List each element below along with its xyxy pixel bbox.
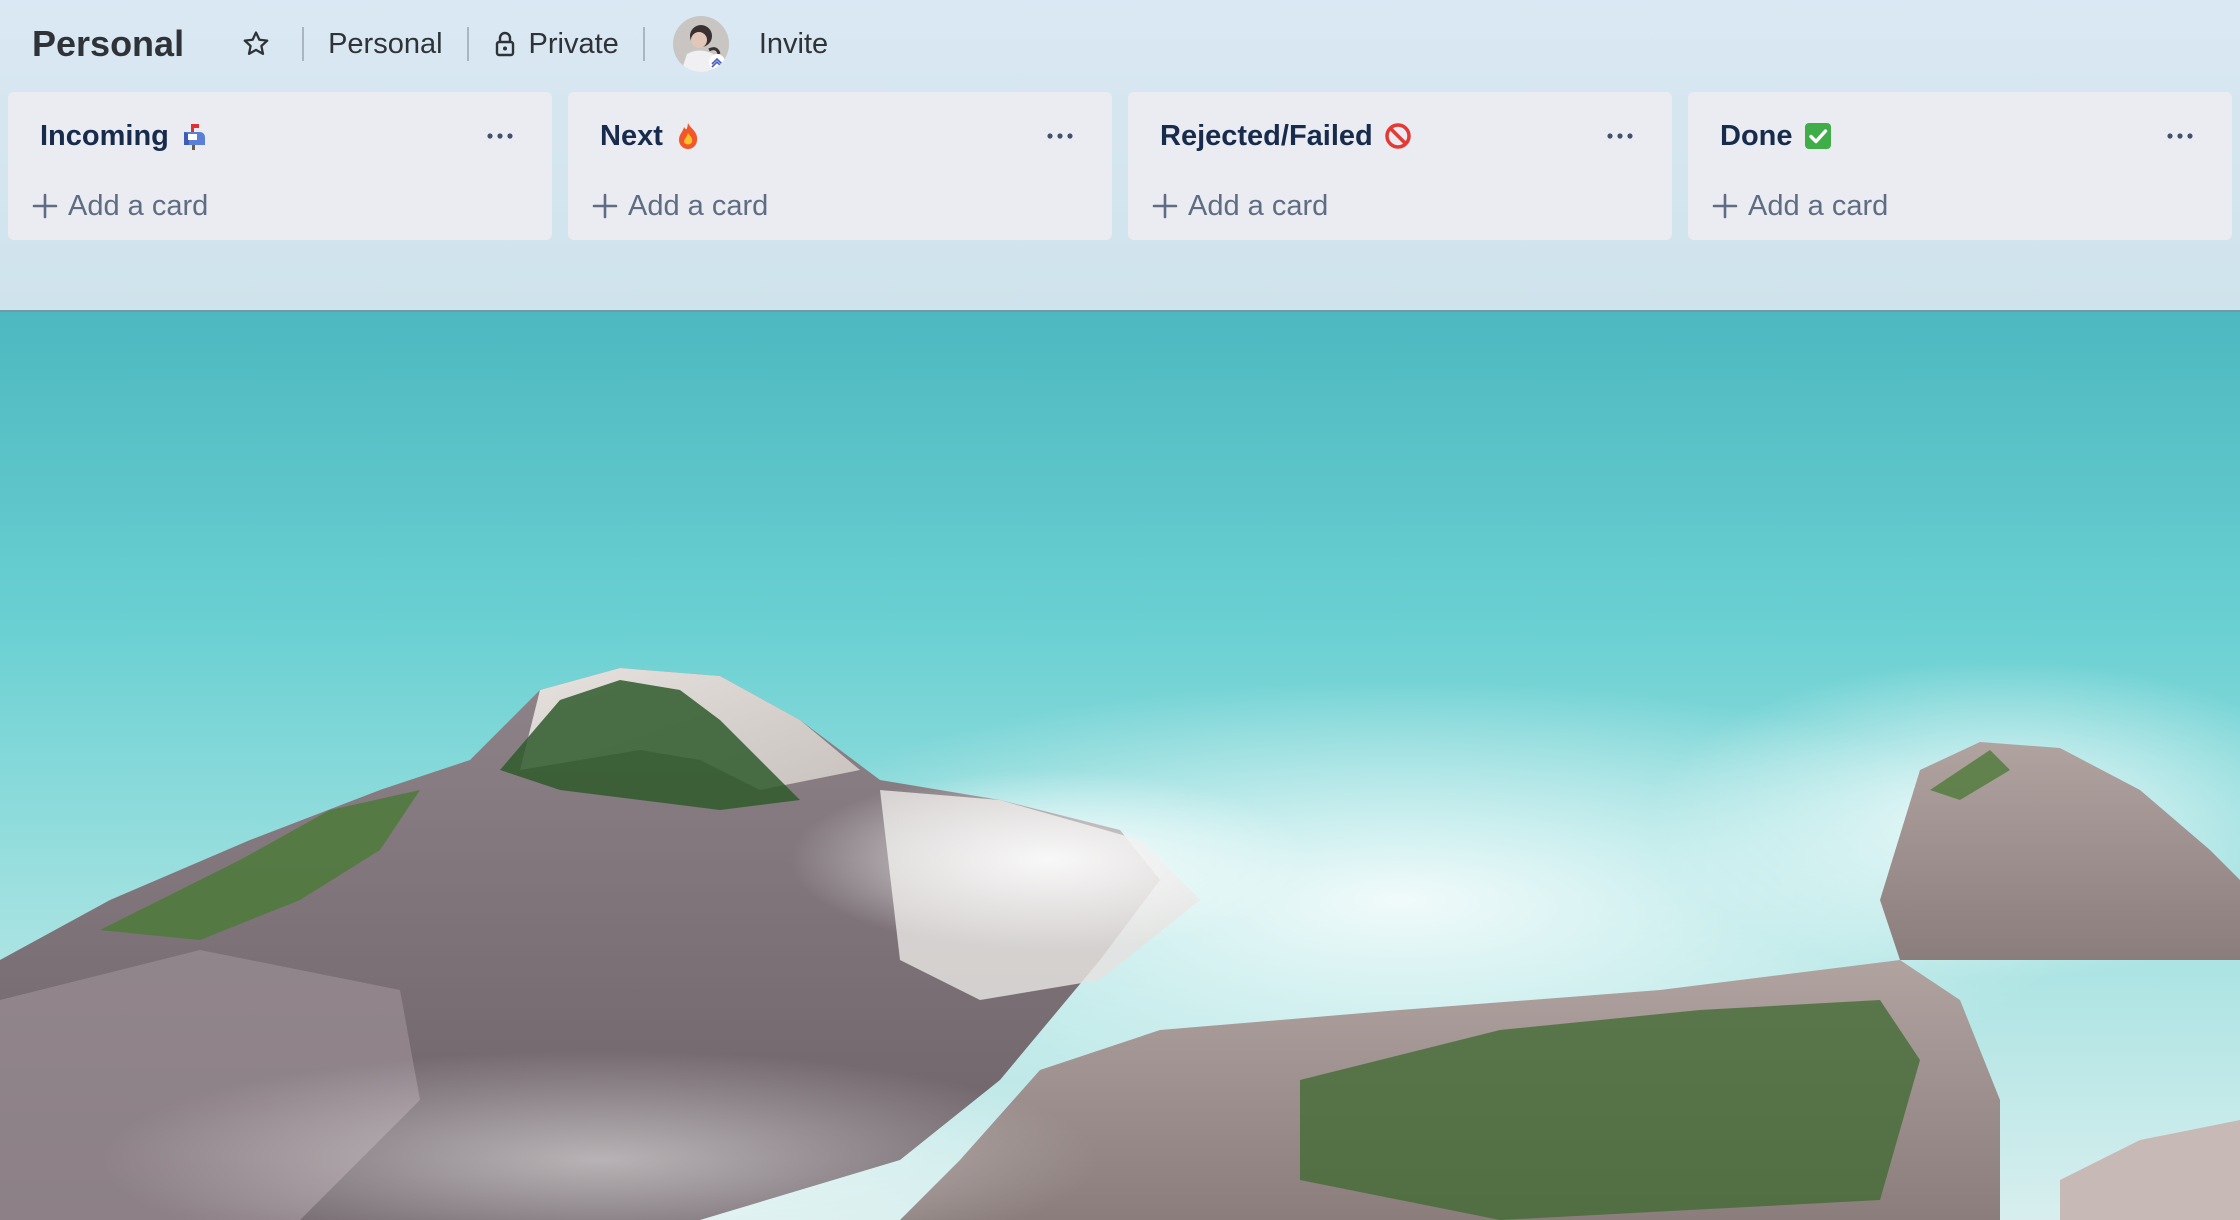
list-header: Done [1720,114,2212,158]
list-title[interactable]: Done [1720,120,1793,153]
plus-icon [1152,193,1178,219]
add-card-label: Add a card [628,189,769,222]
list-title[interactable]: Incoming [40,120,169,153]
mailbox-icon [179,121,209,151]
ellipsis-icon [1047,133,1073,139]
add-card-label: Add a card [1188,189,1329,222]
list-incoming[interactable]: Incoming Add a card [8,92,552,240]
list-menu-button[interactable] [476,114,524,158]
avatar[interactable] [672,16,729,72]
add-card-button[interactable]: Add a card [590,184,768,228]
plus-icon [592,193,618,219]
list-done[interactable]: Done Add a card [1688,92,2232,240]
invite-button[interactable]: Invite [759,28,828,61]
visibility-label: Private [528,27,619,60]
header-divider [302,27,305,61]
list-rejected-failed[interactable]: Rejected/Failed Add a card [1128,92,1672,240]
header-divider [642,27,645,61]
list-menu-button[interactable] [1596,114,1644,158]
add-card-label: Add a card [1748,189,1889,222]
star-icon [243,31,269,55]
avatar-image [672,16,729,72]
lock-icon [495,31,514,57]
list-title[interactable]: Next [600,120,663,153]
add-card-button[interactable]: Add a card [1150,184,1328,228]
list-header: Next [600,114,1092,158]
workspace-button[interactable]: Personal [328,28,442,61]
fire-icon [673,121,703,151]
ellipsis-icon [487,133,513,139]
list-title[interactable]: Rejected/Failed [1160,120,1373,153]
board-title[interactable]: Personal [32,23,184,65]
plus-icon [1712,193,1738,219]
plus-icon [32,193,58,219]
list-menu-button[interactable] [2156,114,2204,158]
check-mark-icon [1803,121,1833,151]
visibility-button[interactable]: Private [493,28,619,61]
list-header: Incoming [40,114,532,158]
no-entry-icon [1383,121,1413,151]
add-card-button[interactable]: Add a card [30,184,208,228]
header-divider [466,27,469,61]
star-board-button[interactable] [234,22,278,66]
add-card-label: Add a card [68,189,209,222]
list-next[interactable]: Next Add a card [568,92,1112,240]
list-header: Rejected/Failed [1160,114,1652,158]
board-header: Personal Personal Private Invite [0,0,2240,88]
ellipsis-icon [2167,133,2193,139]
list-menu-button[interactable] [1036,114,1084,158]
ellipsis-icon [1607,133,1633,139]
board-lists: Incoming Add a card Next Add a card Reje… [8,92,2232,240]
add-card-button[interactable]: Add a card [1710,184,1888,228]
